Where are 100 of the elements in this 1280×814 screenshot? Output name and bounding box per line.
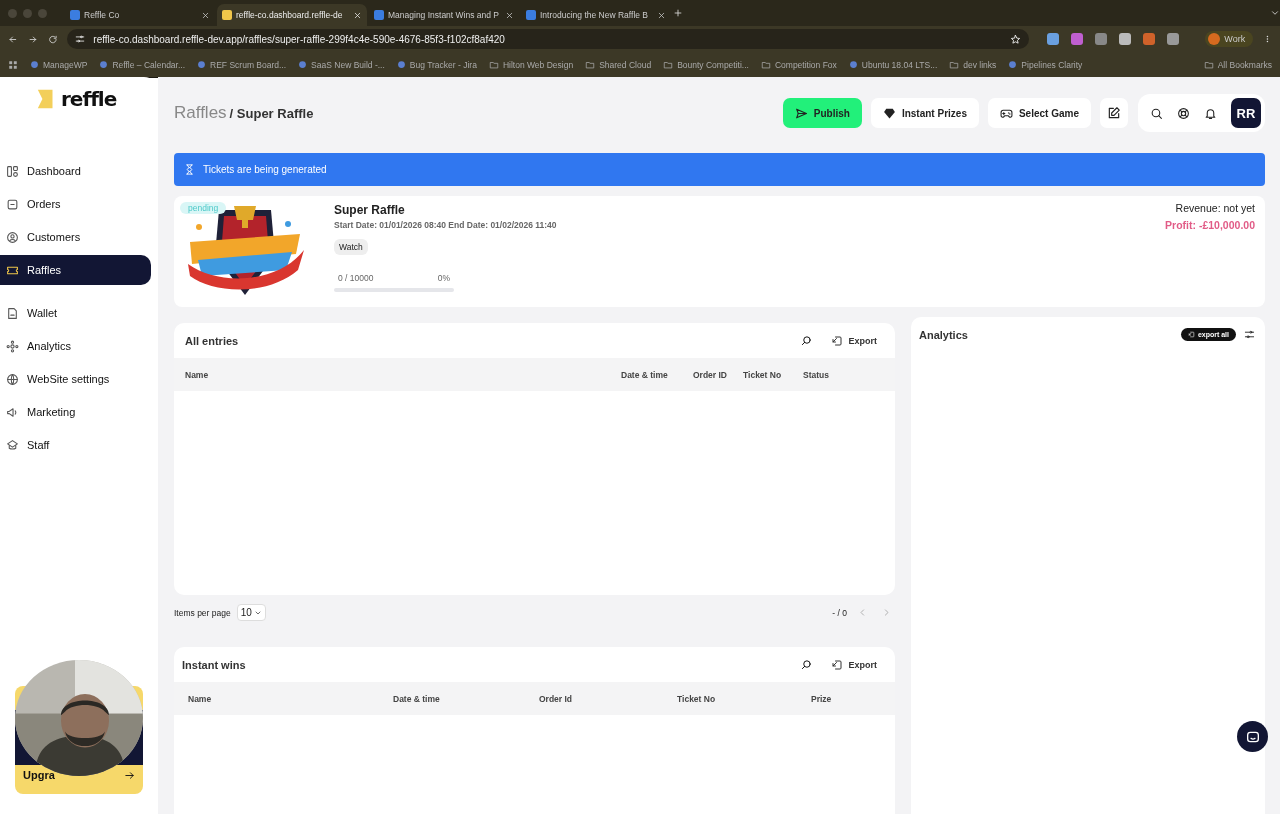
- column-header: Date & time: [621, 369, 669, 380]
- filter-icon[interactable]: [1244, 329, 1255, 340]
- site-icon: [396, 60, 406, 69]
- export-icon: [831, 658, 844, 671]
- bookmark[interactable]: dev links: [949, 59, 997, 70]
- nav-item[interactable]: WebSite settings: [0, 364, 151, 394]
- bookmark[interactable]: Pipelines Clarity: [1008, 59, 1083, 70]
- search-icon: [801, 659, 813, 670]
- close-icon[interactable]: [505, 10, 514, 20]
- nav-item[interactable]: Orders: [0, 189, 151, 219]
- nav-item[interactable]: Dashboard: [0, 156, 151, 186]
- panel-title: All entries: [185, 334, 240, 347]
- bookmark[interactable]: Competition Fox: [760, 59, 837, 70]
- toolbar-button[interactable]: Select Game: [987, 98, 1091, 128]
- reload-icon[interactable]: [47, 33, 58, 45]
- site-icon: [197, 60, 207, 69]
- nav-item[interactable]: Analytics: [0, 331, 151, 361]
- column-header: Ticket No: [677, 693, 717, 704]
- edit-icon: [1107, 106, 1121, 120]
- nav-item[interactable]: Staff: [0, 430, 151, 460]
- bookmark[interactable]: Hilton Web Design: [488, 59, 574, 70]
- extension-icon[interactable]: [1143, 33, 1156, 45]
- toolbar-button[interactable]: Publish: [782, 98, 862, 128]
- toolbar-button[interactable]: Instant Prizes: [870, 98, 979, 128]
- site-info-icon: [75, 34, 86, 44]
- bookmark[interactable]: REF Scrum Board...: [197, 59, 287, 70]
- bookmark[interactable]: Shared Cloud: [585, 59, 652, 70]
- edit-button[interactable]: [1100, 98, 1128, 128]
- nav-item[interactable]: Customers: [0, 222, 151, 252]
- globe-icon: [6, 372, 19, 386]
- graduation-cap-icon: [6, 438, 19, 452]
- document-icon: [6, 197, 19, 211]
- column-header: Order ID: [693, 369, 728, 380]
- export-icon: [1187, 331, 1195, 338]
- dashboard-icon: [6, 164, 19, 178]
- revenue-text: Revenue: not yet: [1175, 202, 1255, 214]
- notifications-icon[interactable]: [1204, 106, 1217, 120]
- column-header: Name: [188, 693, 213, 704]
- extension-icon[interactable]: [1071, 33, 1084, 45]
- folder-icon: [760, 59, 771, 70]
- panel-title: Analytics: [919, 328, 969, 341]
- bookmark[interactable]: ManageWP: [30, 59, 88, 70]
- banner-text: Tickets are being generated: [203, 164, 327, 175]
- close-icon[interactable]: [201, 10, 210, 20]
- close-icon[interactable]: [657, 10, 666, 20]
- bookmark-star-icon[interactable]: [1010, 33, 1022, 45]
- bookmark[interactable]: Bug Tracker - Jira: [396, 59, 477, 70]
- arrow-right-icon[interactable]: [124, 769, 135, 781]
- browser-tab[interactable]: Introducing the New Raffle B: [521, 4, 671, 26]
- site-icon: [848, 60, 858, 69]
- site-icon: [1008, 60, 1018, 69]
- tag-chip[interactable]: Watch: [334, 239, 368, 255]
- back-icon[interactable]: [8, 33, 18, 45]
- column-header: Date & time: [393, 693, 441, 704]
- search-icon[interactable]: [1150, 106, 1163, 120]
- search-icon: [801, 335, 813, 346]
- extension-icon[interactable]: [1095, 33, 1108, 45]
- address-bar[interactable]: reffle-co.dashboard.reffle-dev.app/raffles/super-raffle-299f4c4e-590e-4676-85f3-f102cf8af420: [67, 29, 1030, 49]
- apps-icon[interactable]: [8, 59, 18, 70]
- logo-text: reffle: [61, 87, 117, 111]
- bookmark[interactable]: All Bookmarks: [1203, 59, 1272, 70]
- profile-button[interactable]: Work: [1205, 31, 1254, 47]
- panel-title: Instant wins: [182, 658, 247, 671]
- page-range: - / 0: [832, 607, 847, 618]
- column-header: Status: [803, 369, 830, 380]
- wallet-icon: [6, 306, 19, 320]
- percent-sold: 0%: [437, 273, 450, 283]
- extension-icon[interactable]: [1047, 33, 1060, 45]
- bookmark[interactable]: Bounty Competiti...: [663, 59, 749, 70]
- forward-icon[interactable]: [27, 33, 38, 45]
- bookmark[interactable]: Reffle – Calendar...: [99, 59, 186, 70]
- site-icon: [99, 60, 109, 69]
- raffle-dates: Start Date: 01/01/2026 08:40 End Date: 01/02/2026 11:40: [334, 220, 558, 230]
- user-icon: [6, 230, 19, 244]
- user-avatar[interactable]: RR: [1231, 98, 1261, 128]
- items-per-page-label: Items per page: [174, 607, 231, 618]
- bookmark[interactable]: SaaS New Build -...: [298, 59, 385, 70]
- bookmark[interactable]: Ubuntu 18.04 LTS...: [848, 59, 938, 70]
- browser-tab[interactable]: Managing Instant Wins and P: [369, 4, 519, 26]
- new-tab-icon[interactable]: [673, 8, 683, 18]
- nav-item[interactable]: Raffles: [0, 255, 151, 285]
- site-icon: [30, 60, 39, 69]
- folder-icon: [585, 59, 596, 70]
- column-header: Prize: [811, 693, 833, 704]
- raffle-title: Super Raffle: [334, 203, 406, 217]
- network-icon: [6, 339, 19, 353]
- folder-icon: [1203, 59, 1214, 70]
- browser-tab[interactable]: Reffle Co: [65, 4, 215, 26]
- nav-item[interactable]: Wallet: [0, 298, 151, 328]
- column-header: Order Id: [539, 693, 574, 704]
- tickets-sold: 0 / 10000: [338, 273, 374, 283]
- lifebuoy-icon[interactable]: [1177, 106, 1190, 120]
- page-size-select[interactable]: 10: [236, 604, 266, 621]
- upgrade-label[interactable]: Upgra: [23, 769, 55, 781]
- close-icon[interactable]: [353, 10, 362, 20]
- browser-tab[interactable]: reffle-co.dashboard.reffle-de: [217, 4, 367, 26]
- hourglass-icon: [184, 164, 195, 175]
- nav-item[interactable]: Marketing: [0, 397, 151, 427]
- chevron-down-icon[interactable]: [1270, 8, 1280, 18]
- folder-icon: [663, 59, 674, 70]
